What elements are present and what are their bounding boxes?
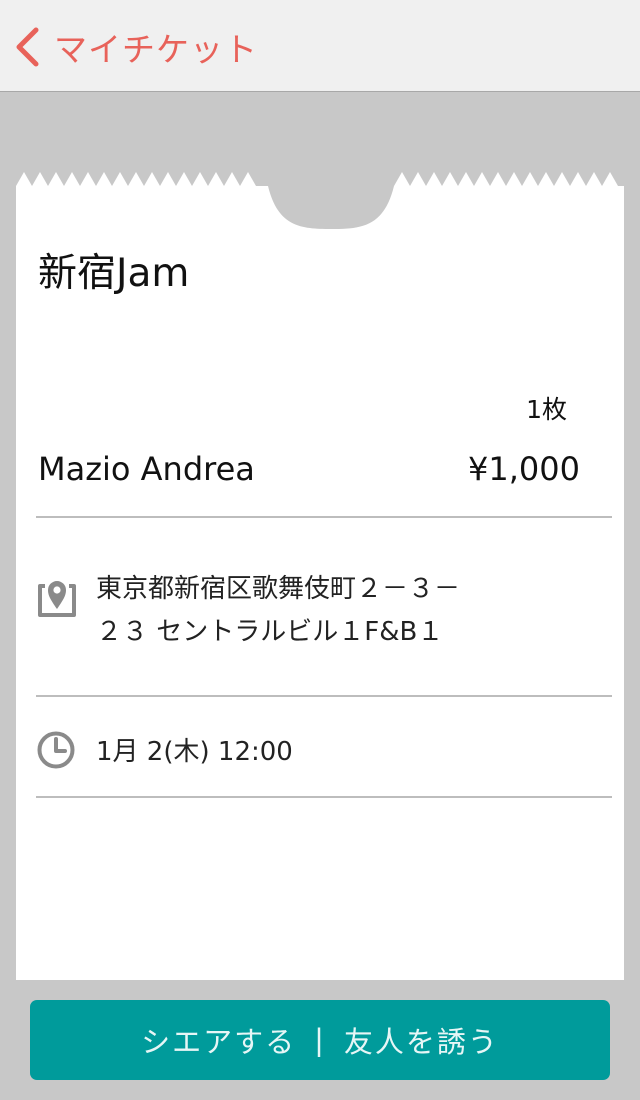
address-line-1: 東京都新宿区歌舞伎町２－３－: [96, 574, 461, 604]
chevron-left-icon: [14, 27, 40, 67]
event-datetime: 1月 2(木) 12:00: [96, 737, 293, 767]
divider: [36, 695, 612, 697]
divider: [36, 516, 612, 518]
back-button[interactable]: マイチケット: [14, 24, 258, 70]
clock-icon: [36, 730, 76, 774]
ticket-card: 新宿Jam 1枚 Mazio Andrea ¥1,000 東京都新宿区歌舞伎町２…: [16, 170, 624, 980]
button-separator: |: [314, 1023, 326, 1057]
ticket-quantity: 1枚: [526, 395, 567, 424]
share-invite-button[interactable]: シエアする | 友人を誘う: [30, 1000, 610, 1080]
venue-title: 新宿Jam: [38, 251, 190, 296]
divider: [36, 796, 612, 798]
nav-bar: マイチケット: [0, 0, 640, 92]
ticket-holder-name: Mazio Andrea: [38, 450, 255, 488]
venue-address[interactable]: 東京都新宿区歌舞伎町２－３－ ２３ セントラルビル１F&B１: [96, 568, 596, 654]
back-button-label: マイチケット: [54, 30, 258, 69]
address-line-2: ２３ セントラルビル１F&B１: [96, 617, 444, 647]
map-pin-icon: [36, 575, 78, 623]
ticket-price: ¥1,000: [468, 450, 580, 488]
share-label: シエアする: [141, 1025, 297, 1059]
invite-label: 友人を誘う: [343, 1025, 499, 1059]
